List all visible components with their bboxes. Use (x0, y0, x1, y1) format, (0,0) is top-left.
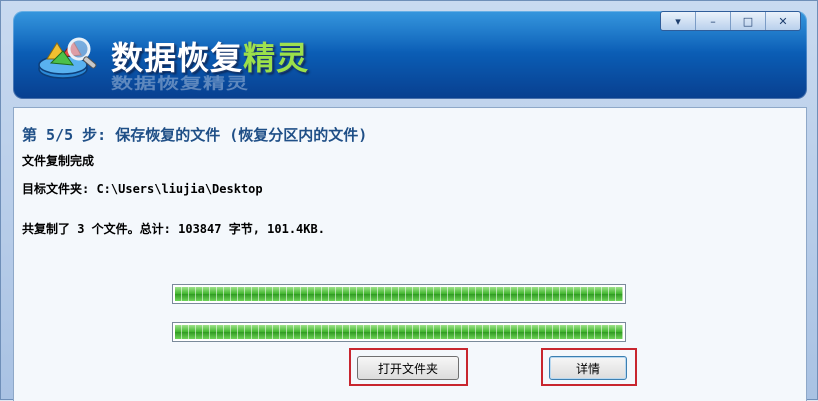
overall-progress-bar (172, 284, 626, 304)
close-button[interactable]: ✕ (765, 12, 800, 30)
app-title-reflection: 数据恢复精灵 (111, 75, 250, 93)
app-title-accent: 精灵 (243, 39, 310, 77)
wizard-content-panel: 第 5/5 步: 保存恢复的文件 (恢复分区内的文件) 文件复制完成 目标文件夹… (13, 107, 807, 401)
copy-status-text: 文件复制完成 (22, 154, 95, 168)
open-folder-button[interactable]: 打开文件夹 (357, 356, 459, 380)
app-window: 数据恢复精灵 数据恢复精灵 ▾ – □ ✕ 第 5/5 步: 保存恢复的文件 (… (0, 0, 818, 401)
menu-dropdown-icon[interactable]: ▾ (661, 12, 695, 30)
maximize-button[interactable]: □ (730, 12, 765, 30)
magnifier-disk-logo-icon (38, 37, 97, 79)
minimize-button[interactable]: – (695, 12, 730, 30)
window-controls: ▾ – □ ✕ (660, 11, 801, 31)
current-progress-bar (172, 322, 626, 342)
copy-summary-text: 共复制了 3 个文件。总计: 103847 字节, 101.4KB. (22, 222, 325, 236)
details-button[interactable]: 详情 (549, 356, 627, 380)
current-progress-fill (175, 325, 623, 339)
step-title: 第 5/5 步: 保存恢复的文件 (恢复分区内的文件) (22, 126, 368, 144)
target-folder-text: 目标文件夹: C:\Users\liujia\Desktop (22, 182, 263, 196)
overall-progress-fill (175, 287, 623, 301)
